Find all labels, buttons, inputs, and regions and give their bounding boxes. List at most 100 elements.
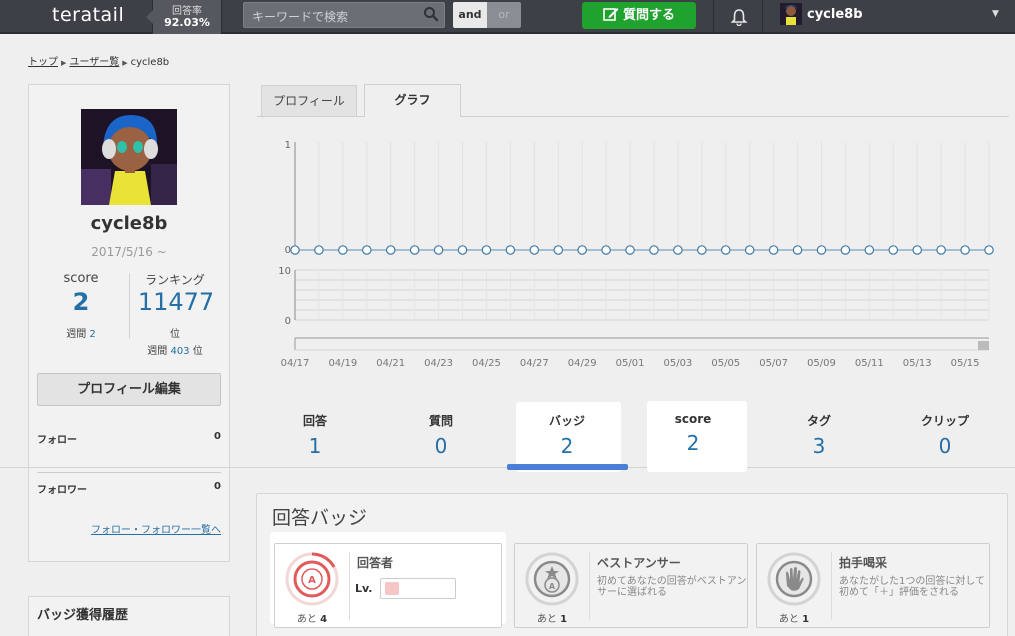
- search-input[interactable]: キーワードで検索: [243, 2, 445, 28]
- badge-card-applause[interactable]: 拍手喝采 あなたがした1つの回答に対して初めて「＋」評価をされる あと 1: [756, 543, 990, 628]
- ranking-label: ランキング: [145, 273, 205, 287]
- follow-list-link[interactable]: フォロー・フォロワー一覧へ: [37, 521, 221, 536]
- follow-row[interactable]: フォロー 0: [37, 431, 221, 446]
- stat-value: 1: [308, 434, 322, 458]
- best-answer-badge-icon: A: [525, 552, 579, 606]
- chart-point: [960, 245, 970, 255]
- chart-y-tick-label: 10: [278, 266, 291, 277]
- chart-point: [314, 245, 324, 255]
- chart-x-tick-label: 05/03: [663, 358, 692, 369]
- badge-name: 拍手喝采: [839, 556, 888, 570]
- stat-label: 質問: [428, 414, 453, 428]
- chart-point: [433, 245, 444, 255]
- active-stat-indicator: [507, 464, 628, 470]
- stat-questions[interactable]: 質問 0: [391, 412, 491, 458]
- chart-point: [912, 245, 923, 255]
- stat-label: 回答: [302, 414, 327, 428]
- search-and-toggle[interactable]: and: [453, 2, 487, 28]
- chart-x-tick-label: 04/27: [520, 358, 549, 369]
- remain-prefix: あと: [778, 614, 799, 625]
- caret-down-icon[interactable]: ▼: [992, 9, 999, 19]
- badge-card-answerer[interactable]: A 回答者 Lv. あと 4: [274, 543, 502, 628]
- breadcrumb-separator-icon: ▶: [61, 59, 67, 67]
- chart-point: [864, 245, 875, 255]
- stat-tags[interactable]: タグ 3: [769, 412, 869, 458]
- stat-score[interactable]: score 2: [643, 412, 743, 455]
- remain-prefix: あと: [536, 614, 557, 625]
- badge-remaining: あと 1: [757, 610, 831, 625]
- chart-grid-top: [294, 142, 990, 251]
- remain-count: 1: [802, 614, 810, 625]
- badge-level-bar: [380, 578, 456, 599]
- chart-x-tick-label: 04/19: [328, 358, 357, 369]
- badge-card-best-answer[interactable]: A ベストアンサー 初めてあなたの回答がベストアンサーに選ばれる あと 1: [514, 543, 748, 628]
- chart-x-tick-label: 05/01: [616, 358, 645, 369]
- score-value: 2: [72, 288, 90, 316]
- chart-x-tick-label: 04/17: [281, 358, 310, 369]
- follow-count: 0: [214, 431, 221, 442]
- stat-answers[interactable]: 回答 1: [265, 412, 365, 458]
- follower-row[interactable]: フォロワー 0: [37, 481, 221, 496]
- ask-question-label: 質問する: [622, 8, 675, 23]
- chart-navigator-handle: [978, 341, 989, 350]
- chart-y-tick-label: 1: [285, 140, 291, 151]
- badge-level-fill: [385, 582, 399, 595]
- chart-point: [697, 245, 707, 255]
- chart-point: [649, 245, 659, 255]
- chart-point: [984, 245, 994, 255]
- stat-value: 0: [434, 434, 448, 458]
- weekly-label: 週間: [66, 329, 87, 340]
- stat-label: score: [674, 412, 712, 426]
- bell-icon: [730, 9, 748, 26]
- breadcrumb-separator-icon: ▶: [122, 59, 128, 67]
- score-label: score: [63, 271, 99, 286]
- chart-point: [577, 245, 587, 255]
- chart-point: [409, 245, 420, 255]
- badge-remaining: あと 1: [515, 610, 589, 625]
- chart-point: [888, 245, 899, 255]
- chart-grid-bottom: [294, 269, 990, 351]
- stat-badges[interactable]: バッジ 2: [517, 412, 617, 458]
- follow-label: フォロー: [37, 435, 77, 446]
- user-avatar[interactable]: [780, 3, 802, 25]
- chart-point: [601, 245, 611, 255]
- chart-point: [673, 245, 683, 255]
- answer-rate-pointer: [146, 10, 153, 24]
- a-badge-icon: A: [285, 552, 339, 606]
- edit-profile-button[interactable]: プロフィール編集: [37, 373, 221, 406]
- chart-point: [936, 245, 946, 255]
- breadcrumb-top-link[interactable]: トップ: [28, 57, 58, 68]
- edit-icon: [603, 8, 619, 21]
- chart-point: [385, 245, 396, 255]
- chart-point: [505, 245, 516, 255]
- tab-profile[interactable]: プロフィール: [261, 85, 357, 116]
- notification-button[interactable]: [713, 0, 763, 34]
- stat-clips[interactable]: クリップ 0: [895, 412, 995, 458]
- weekly-score-value: 2: [89, 329, 96, 340]
- remain-count: 4: [320, 614, 328, 625]
- chart-x-tick-label: 05/11: [855, 358, 884, 369]
- search-or-toggle[interactable]: or: [487, 2, 521, 28]
- chart-x-tick-label: 05/05: [711, 358, 740, 369]
- breadcrumb: トップ ▶ ユーザー覧 ▶ cycle8b: [28, 53, 169, 68]
- chart-point: [457, 245, 468, 255]
- breadcrumb-current: cycle8b: [130, 57, 170, 68]
- chart-point: [840, 245, 851, 255]
- badge-level-label: Lv.: [355, 582, 373, 595]
- chart-point: [625, 245, 635, 255]
- chart-x-tick-label: 04/25: [472, 358, 501, 369]
- user-menu-name[interactable]: cycle8b: [807, 7, 863, 22]
- chart-point: [361, 245, 372, 255]
- chart-y-tick-label: 0: [285, 245, 291, 256]
- chart-point: [529, 245, 540, 255]
- site-logo[interactable]: teratail: [52, 4, 124, 26]
- profile-joined-date: 2017/5/16 ~: [91, 245, 167, 259]
- chart-point: [481, 245, 492, 255]
- badge-name: ベストアンサー: [597, 556, 681, 570]
- answer-rate-value: 92.03%: [164, 16, 210, 29]
- ask-question-button[interactable]: 質問する: [582, 2, 696, 29]
- search-icon[interactable]: [423, 6, 439, 22]
- badge-history-panel: バッジ獲得履歴: [28, 596, 230, 636]
- tab-graph[interactable]: グラフ: [364, 84, 461, 117]
- breadcrumb-users-link[interactable]: ユーザー覧: [69, 57, 119, 68]
